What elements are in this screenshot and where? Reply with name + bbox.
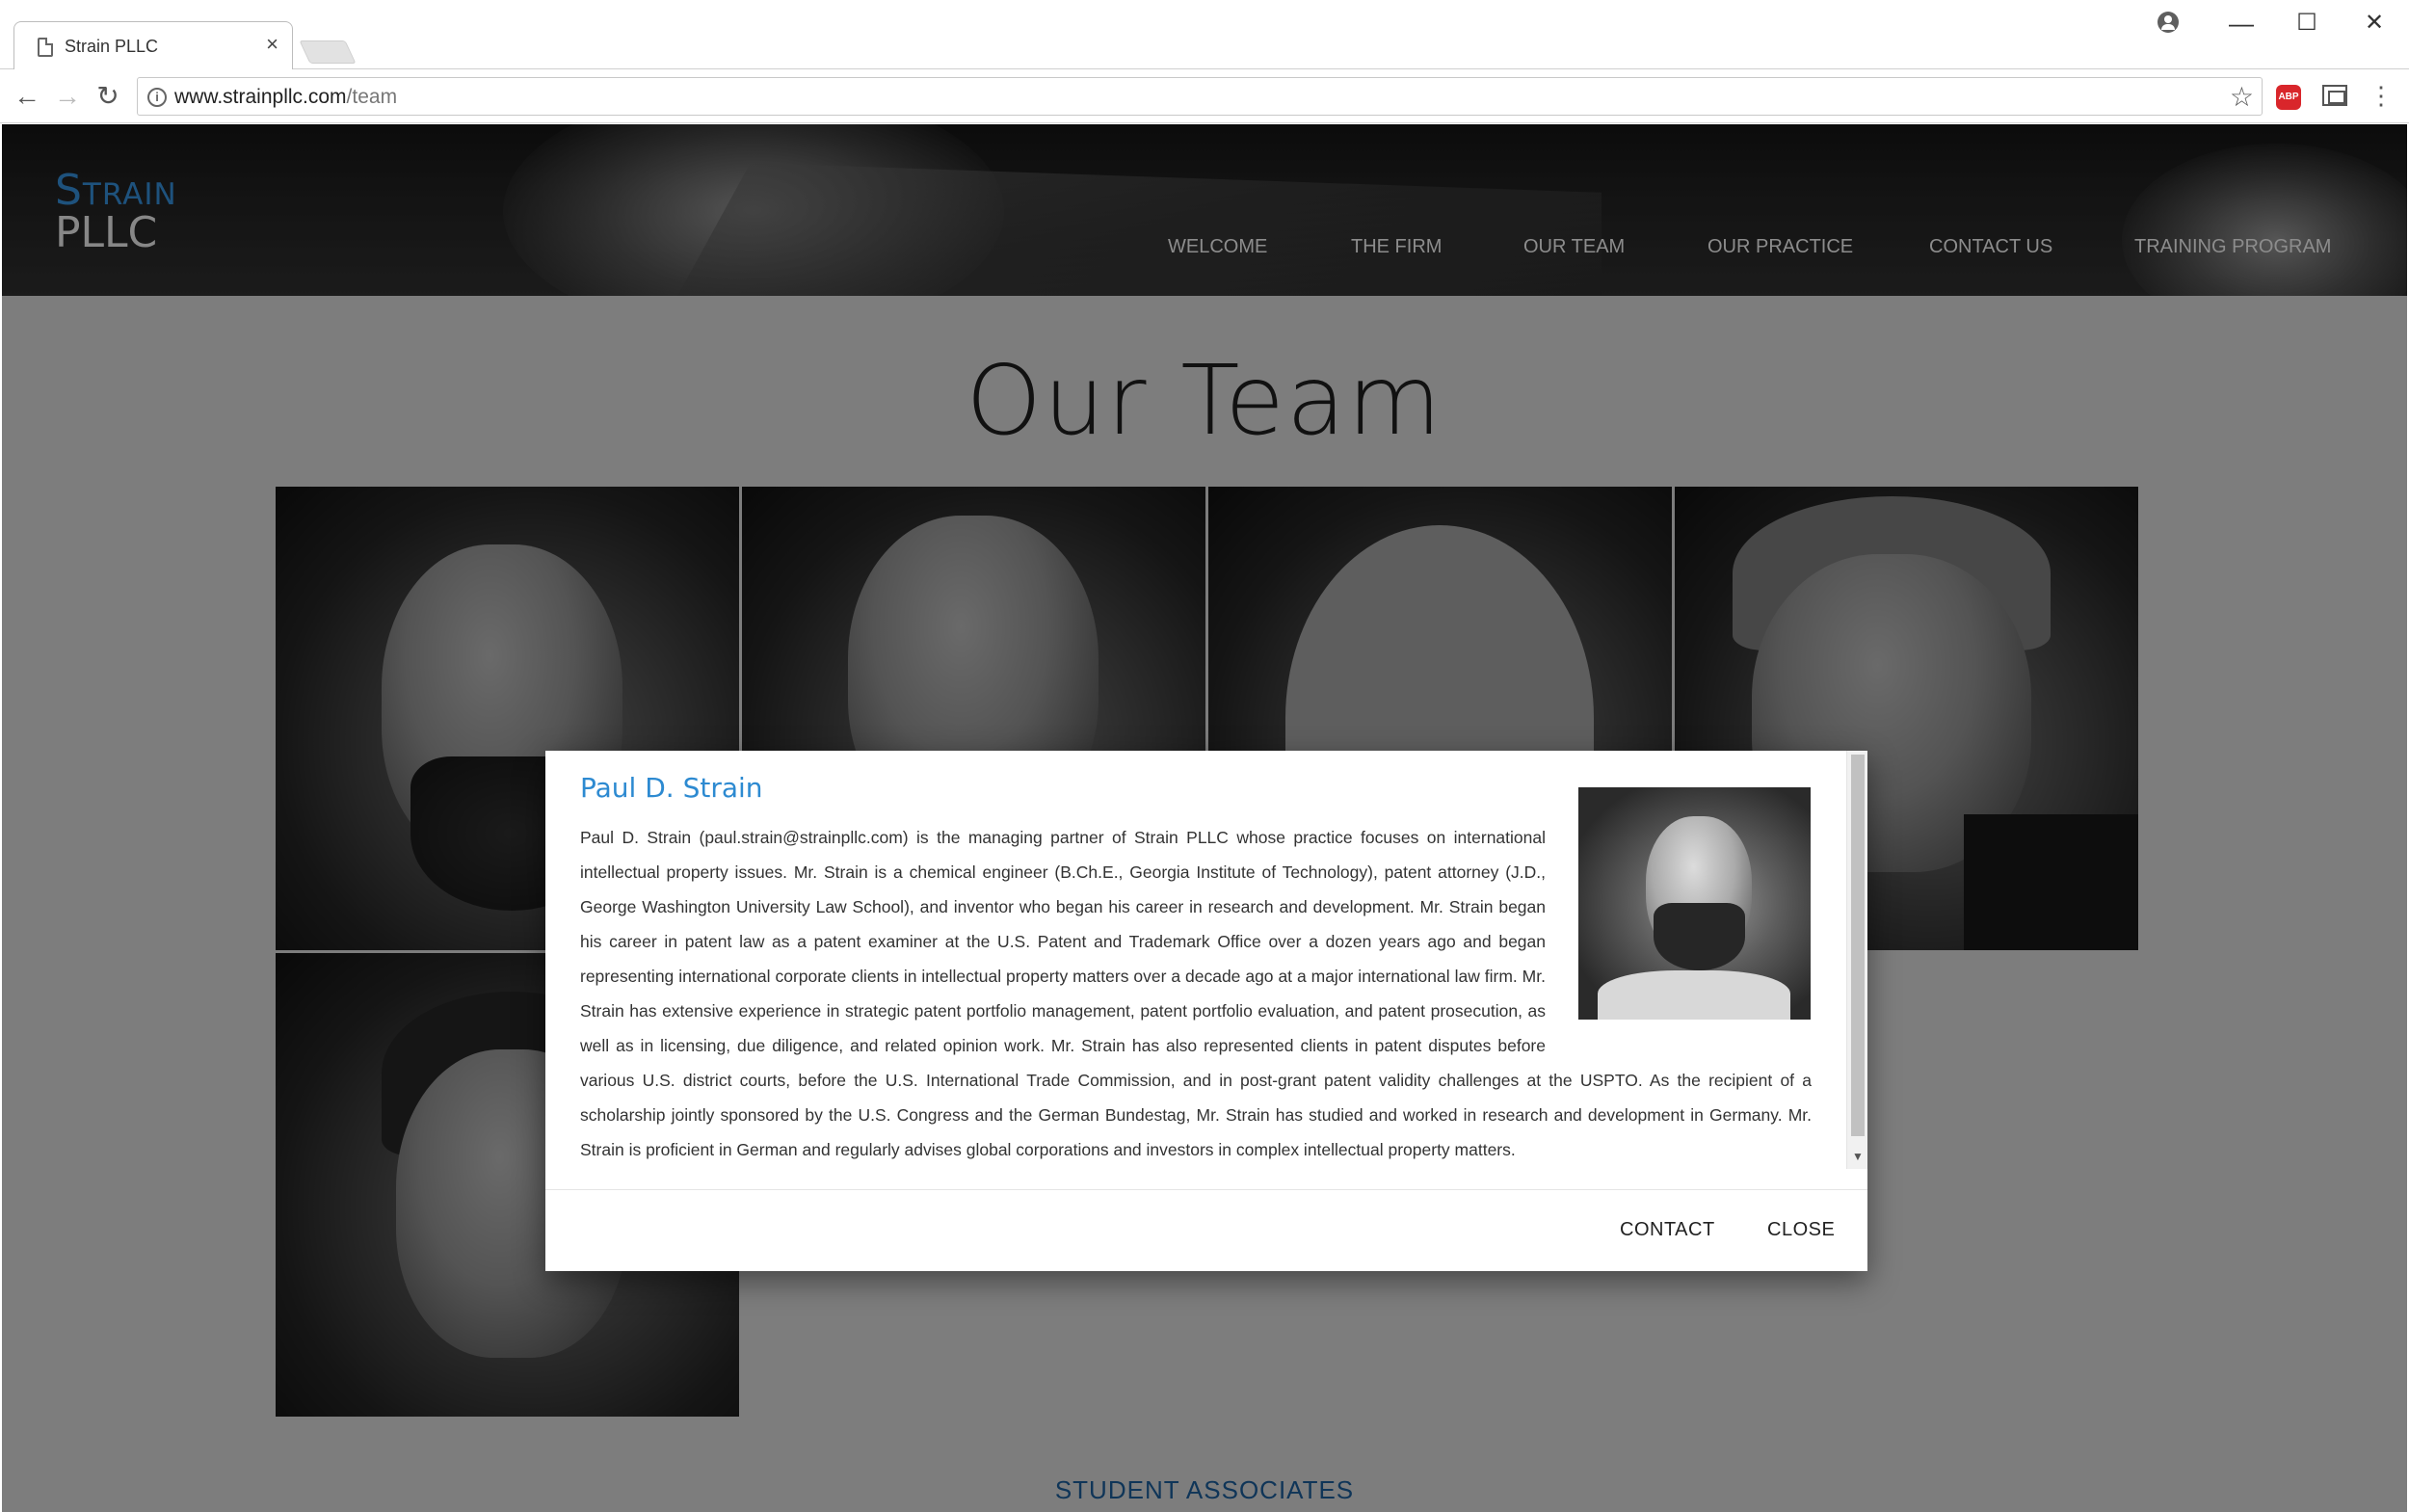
close-button[interactable]: CLOSE — [1767, 1219, 1835, 1241]
modal-backdrop-header — [2, 124, 2407, 296]
back-icon[interactable]: ← — [10, 79, 44, 114]
bio-modal-footer: CONTACT CLOSE — [545, 1189, 1867, 1271]
bio-modal-name: Paul D. Strain — [580, 772, 763, 804]
minimize-button[interactable]: — — [2214, 4, 2268, 42]
page-favicon-icon — [38, 38, 53, 57]
bio-modal-content[interactable]: Paul D. Strain Paul D. Strain (paul.stra… — [545, 751, 1867, 1169]
address-bar[interactable]: i www.strainpllc.com/team ☆ — [137, 77, 2263, 116]
bio-modal: Paul D. Strain Paul D. Strain (paul.stra… — [545, 751, 1867, 1271]
adblock-extension-icon[interactable]: ABP — [2276, 85, 2301, 110]
bio-text-container: Paul D. Strain (paul.strain@strainpllc.c… — [580, 820, 1812, 1167]
contact-button[interactable]: CONTACT — [1620, 1219, 1715, 1241]
new-tab-button[interactable] — [299, 40, 357, 64]
reload-icon[interactable]: ↻ — [91, 79, 125, 114]
tab-close-icon[interactable]: × — [266, 33, 278, 56]
bookmark-star-icon[interactable]: ☆ — [2230, 81, 2254, 113]
maximize-button[interactable]: ☐ — [2280, 4, 2334, 42]
url-host: www.strainpllc.com — [174, 86, 347, 108]
web-page: Strain PLLC WELCOME THE FIRM OUR TEAM OU… — [2, 124, 2407, 1512]
photo-spacer — [1546, 820, 1812, 1042]
profile-icon[interactable] — [2158, 12, 2179, 33]
tab-title: Strain PLLC — [65, 37, 159, 56]
browser-tab[interactable]: Strain PLLC × — [13, 21, 293, 70]
scroll-down-arrow-icon[interactable]: ▼ — [1852, 1150, 1864, 1163]
url-text: www.strainpllc.com/team — [174, 86, 397, 109]
window-close-button[interactable]: ✕ — [2347, 4, 2401, 42]
modal-scrollbar[interactable]: ▼ — [1846, 751, 1867, 1169]
site-info-icon[interactable]: i — [147, 88, 167, 107]
scrollbar-thumb[interactable] — [1851, 755, 1865, 1136]
tab-strip: Strain PLLC × — ☐ ✕ — [0, 0, 2409, 70]
cast-extension-icon[interactable] — [2322, 85, 2347, 106]
site-header: Strain PLLC WELCOME THE FIRM OUR TEAM OU… — [2, 124, 2407, 296]
browser-toolbar: ← → ↻ i www.strainpllc.com/team ☆ ABP ⋮ — [0, 69, 2409, 123]
browser-menu-icon[interactable]: ⋮ — [2369, 81, 2394, 110]
url-path: /team — [346, 86, 398, 108]
forward-icon[interactable]: → — [50, 79, 85, 114]
browser-window: Strain PLLC × — ☐ ✕ ← → ↻ i www.strainpl… — [0, 0, 2409, 1512]
